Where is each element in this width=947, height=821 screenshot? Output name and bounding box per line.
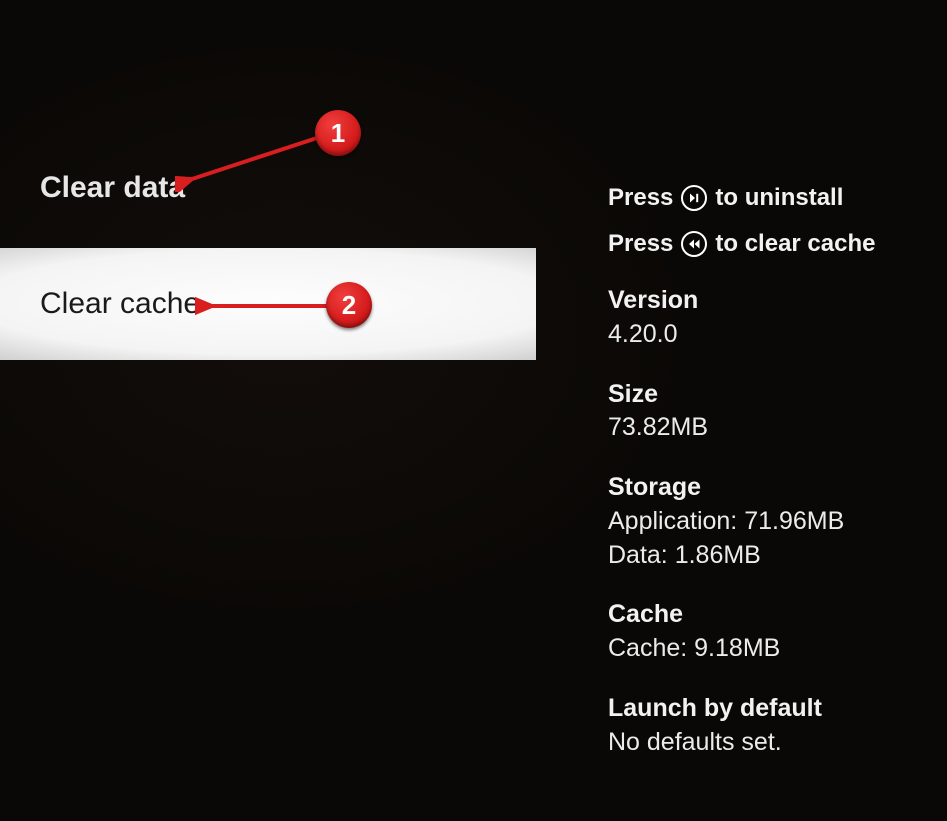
info-storage: Storage Application: 71.96MB Data: 1.86M… bbox=[608, 471, 928, 572]
info-value: Application: 71.96MB bbox=[608, 505, 928, 539]
hint-text: Press bbox=[608, 230, 673, 258]
info-value: 73.82MB bbox=[608, 411, 928, 445]
info-value: Cache: 9.18MB bbox=[608, 632, 928, 666]
info-value: No defaults set. bbox=[608, 726, 928, 760]
info-label: Size bbox=[608, 378, 928, 412]
info-label: Launch by default bbox=[608, 692, 928, 726]
info-label: Cache bbox=[608, 598, 928, 632]
annotation-badge-2: 2 bbox=[326, 282, 372, 328]
rewind-button-icon bbox=[681, 231, 707, 257]
hint-clear-cache: Press to clear cache bbox=[608, 230, 928, 258]
info-value: 4.20.0 bbox=[608, 318, 928, 352]
badge-number: 2 bbox=[342, 290, 356, 321]
info-label: Version bbox=[608, 284, 928, 318]
hint-text: Press bbox=[608, 184, 673, 212]
app-info-panel: Press to uninstall Press to clear cache … bbox=[608, 184, 928, 759]
info-value: Data: 1.86MB bbox=[608, 539, 928, 573]
info-launch-default: Launch by default No defaults set. bbox=[608, 692, 928, 760]
info-label: Storage bbox=[608, 471, 928, 505]
menu-item-clear-data[interactable]: Clear data bbox=[0, 148, 536, 228]
hint-text: to clear cache bbox=[715, 230, 875, 258]
hint-uninstall: Press to uninstall bbox=[608, 184, 928, 212]
badge-number: 1 bbox=[331, 118, 345, 149]
menu-item-clear-cache[interactable]: Clear cache bbox=[0, 248, 536, 360]
info-cache: Cache Cache: 9.18MB bbox=[608, 598, 928, 666]
hint-text: to uninstall bbox=[715, 184, 843, 212]
annotation-badge-1: 1 bbox=[315, 110, 361, 156]
menu-item-label: Clear cache bbox=[40, 287, 200, 321]
menu-item-label: Clear data bbox=[40, 171, 185, 205]
play-pause-button-icon bbox=[681, 185, 707, 211]
info-version: Version 4.20.0 bbox=[608, 284, 928, 352]
left-menu-column: Clear data Clear cache bbox=[0, 0, 536, 821]
info-size: Size 73.82MB bbox=[608, 378, 928, 446]
